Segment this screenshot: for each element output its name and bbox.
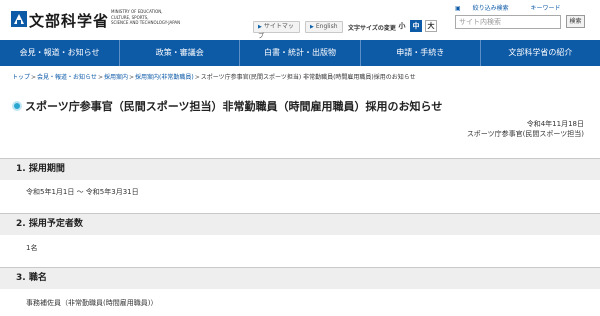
breadcrumb-press[interactable]: 会見・報道・お知らせ: [37, 74, 97, 81]
search-tabs: ▣ 絞り込み検索 キーワード: [455, 3, 571, 12]
tab-filter-search[interactable]: ▣ 絞り込み検索: [455, 5, 519, 12]
page-title: スポーツ庁参事官（民間スポーツ担当）非常勤職員（時間雇用職員）採用のお知らせ: [12, 98, 442, 114]
breadcrumb-recruit-parttime[interactable]: 採用案内(非常勤職員): [135, 74, 194, 81]
search-input[interactable]: サイト内検索: [455, 15, 561, 29]
breadcrumb-home[interactable]: トップ: [12, 74, 30, 81]
font-size-large-button[interactable]: 大: [425, 20, 437, 32]
font-size-small-button[interactable]: 小: [396, 20, 408, 32]
arrow-right-icon: ▶: [258, 24, 262, 30]
nav-item-applications[interactable]: 申請・手続き: [361, 40, 481, 66]
section-heading-period: 1. 採用期間: [0, 158, 600, 180]
tab-keyword-search[interactable]: キーワード: [531, 5, 561, 12]
breadcrumb: トップ>会見・報道・お知らせ>採用案内>採用案内(非常勤職員)>スポーツ庁参事官…: [12, 74, 416, 81]
breadcrumb-current: スポーツ庁参事官(民間スポーツ担当) 非常勤職員(時間雇用職員)採用のお知らせ: [200, 74, 416, 81]
site-header: 文部科学省 MINISTRY OF EDUCATION, CULTURE, SP…: [0, 0, 600, 40]
search-button[interactable]: 検索: [566, 15, 585, 28]
bullet-circle-icon: [12, 101, 22, 111]
publish-department: スポーツ庁参事官(民間スポーツ担当): [466, 130, 584, 138]
global-nav: 会見・報道・お知らせ 政策・審議会 白書・統計・出版物 申請・手続き 文部科学省…: [0, 40, 600, 66]
ministry-logo-subtext: MINISTRY OF EDUCATION, CULTURE, SPORTS, …: [111, 9, 181, 25]
nav-item-policy[interactable]: 政策・審議会: [120, 40, 241, 66]
section-heading-count: 2. 採用予定者数: [0, 213, 600, 235]
ministry-logo-icon[interactable]: [11, 11, 27, 27]
search-icon: ▣: [455, 5, 461, 12]
section-body-period: 令和5年1月1日 〜 令和5年3月31日: [26, 188, 139, 196]
sitemap-button[interactable]: ▶ サイトマップ: [253, 21, 300, 40]
publish-date: 令和4年11月18日: [526, 120, 584, 128]
font-size-medium-button[interactable]: 中: [410, 20, 422, 32]
font-size-label: 文字サイズの変更: [348, 25, 396, 32]
section-heading-position: 3. 職名: [0, 267, 600, 289]
publish-info: 令和4年11月18日 スポーツ庁参事官(民間スポーツ担当): [467, 119, 584, 139]
section-body-position: 事務補佐員（非常勤職員(時間雇用職員)）: [26, 299, 158, 307]
english-button[interactable]: ▶ English: [305, 21, 343, 33]
nav-item-publications[interactable]: 白書・統計・出版物: [240, 40, 361, 66]
breadcrumb-recruit[interactable]: 採用案内: [104, 74, 128, 81]
nav-item-press[interactable]: 会見・報道・お知らせ: [0, 40, 121, 66]
arrow-right-icon: ▶: [310, 24, 314, 30]
ministry-logo-text[interactable]: 文部科学省: [29, 10, 109, 31]
section-body-count: 1名: [26, 244, 38, 252]
nav-item-about[interactable]: 文部科学省の紹介: [481, 40, 600, 66]
